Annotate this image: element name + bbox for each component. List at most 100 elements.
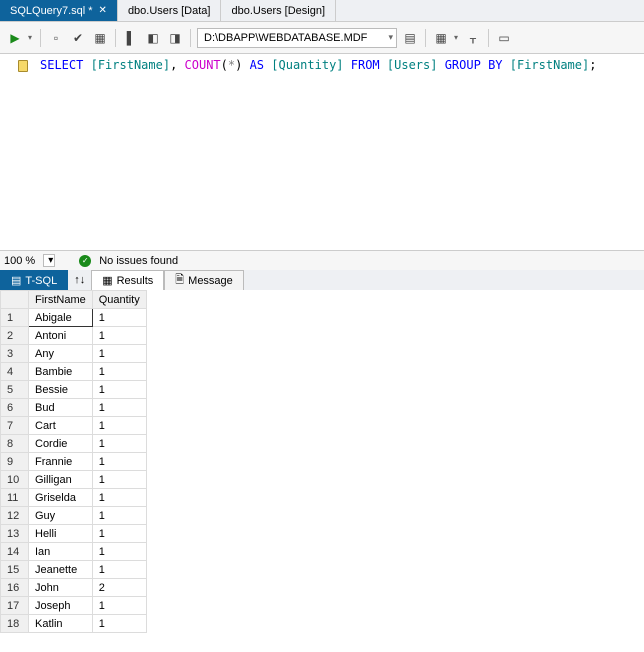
tab-message[interactable]: 🗎 Message <box>164 270 244 290</box>
cell-firstname[interactable]: Abigale <box>29 309 93 327</box>
cell-firstname[interactable]: Jeanette <box>29 561 93 579</box>
table-row[interactable]: 11Griselda1 <box>1 489 147 507</box>
tab-users-data[interactable]: dbo.Users [Data] <box>118 0 222 21</box>
database-selector[interactable]: D:\DBAPP\WEBDATABASE.MDF ▾ <box>197 28 397 48</box>
row-number[interactable]: 1 <box>1 309 29 327</box>
cell-firstname[interactable]: Guy <box>29 507 93 525</box>
cell-quantity[interactable]: 1 <box>92 435 146 453</box>
row-number[interactable]: 7 <box>1 417 29 435</box>
table-row[interactable]: 10Gilligan1 <box>1 471 147 489</box>
sqlcmd-icon[interactable]: ▭ <box>495 29 513 47</box>
row-number[interactable]: 3 <box>1 345 29 363</box>
cell-quantity[interactable]: 1 <box>92 327 146 345</box>
cell-quantity[interactable]: 1 <box>92 453 146 471</box>
cell-firstname[interactable]: John <box>29 579 93 597</box>
table-row[interactable]: 3Any1 <box>1 345 147 363</box>
execute-icon[interactable]: ▶ <box>6 29 24 47</box>
table-row[interactable]: 2Antoni1 <box>1 327 147 345</box>
change-connection-icon[interactable]: ▤ <box>401 29 419 47</box>
row-number[interactable]: 18 <box>1 615 29 633</box>
results-dropdown-icon[interactable]: ▾ <box>454 33 460 42</box>
sql-editor[interactable]: SELECT [FirstName], COUNT(*) AS [Quantit… <box>34 54 644 250</box>
table-row[interactable]: 4Bambie1 <box>1 363 147 381</box>
actual-plan-icon[interactable]: ᚁ <box>464 29 482 47</box>
cell-quantity[interactable]: 1 <box>92 525 146 543</box>
cell-quantity[interactable]: 1 <box>92 471 146 489</box>
row-number[interactable]: 10 <box>1 471 29 489</box>
cell-quantity[interactable]: 1 <box>92 543 146 561</box>
stop-icon[interactable]: ▫ <box>47 29 65 47</box>
comment-icon[interactable]: ▌ <box>122 29 140 47</box>
table-row[interactable]: 18Katlin1 <box>1 615 147 633</box>
table-row[interactable]: 1Abigale1 <box>1 309 147 327</box>
row-number[interactable]: 4 <box>1 363 29 381</box>
tab-sqlquery7[interactable]: SQLQuery7.sql * ✕ <box>0 0 118 21</box>
row-number[interactable]: 15 <box>1 561 29 579</box>
cell-quantity[interactable]: 1 <box>92 363 146 381</box>
close-icon[interactable]: ✕ <box>99 6 107 16</box>
table-row[interactable]: 14Ian1 <box>1 543 147 561</box>
tab-users-design[interactable]: dbo.Users [Design] <box>221 0 336 21</box>
table-row[interactable]: 8Cordie1 <box>1 435 147 453</box>
cell-firstname[interactable]: Bambie <box>29 363 93 381</box>
cell-firstname[interactable]: Helli <box>29 525 93 543</box>
column-header-firstname[interactable]: FirstName <box>29 291 93 309</box>
row-number[interactable]: 14 <box>1 543 29 561</box>
cell-firstname[interactable]: Gilligan <box>29 471 93 489</box>
row-number[interactable]: 13 <box>1 525 29 543</box>
cell-quantity[interactable]: 1 <box>92 489 146 507</box>
cell-quantity[interactable]: 1 <box>92 615 146 633</box>
cell-firstname[interactable]: Bessie <box>29 381 93 399</box>
table-row[interactable]: 7Cart1 <box>1 417 147 435</box>
cell-quantity[interactable]: 2 <box>92 579 146 597</box>
cell-quantity[interactable]: 1 <box>92 417 146 435</box>
table-row[interactable]: 5Bessie1 <box>1 381 147 399</box>
table-row[interactable]: 16John2 <box>1 579 147 597</box>
zoom-dropdown[interactable]: ▾ <box>43 254 55 267</box>
sort-icon[interactable]: ↑↓ <box>68 272 91 288</box>
cell-quantity[interactable]: 1 <box>92 561 146 579</box>
cell-firstname[interactable]: Cordie <box>29 435 93 453</box>
table-row[interactable]: 12Guy1 <box>1 507 147 525</box>
cell-quantity[interactable]: 1 <box>92 381 146 399</box>
row-number[interactable]: 9 <box>1 453 29 471</box>
cell-quantity[interactable]: 1 <box>92 309 146 327</box>
cell-firstname[interactable]: Cart <box>29 417 93 435</box>
column-header-quantity[interactable]: Quantity <box>92 291 146 309</box>
row-number[interactable]: 11 <box>1 489 29 507</box>
cell-firstname[interactable]: Katlin <box>29 615 93 633</box>
cell-quantity[interactable]: 1 <box>92 507 146 525</box>
cell-quantity[interactable]: 1 <box>92 597 146 615</box>
cell-firstname[interactable]: Joseph <box>29 597 93 615</box>
row-number[interactable]: 6 <box>1 399 29 417</box>
estimated-plan-icon[interactable]: ▦ <box>91 29 109 47</box>
row-number[interactable]: 17 <box>1 597 29 615</box>
execute-dropdown-icon[interactable]: ▾ <box>28 33 34 42</box>
table-row[interactable]: 17Joseph1 <box>1 597 147 615</box>
results-grid[interactable]: FirstName Quantity 1Abigale12Antoni13Any… <box>0 290 147 633</box>
tab-results[interactable]: ▦ Results <box>91 270 164 290</box>
row-number[interactable]: 2 <box>1 327 29 345</box>
sql-token: GROUP <box>445 58 481 72</box>
table-row[interactable]: 6Bud1 <box>1 399 147 417</box>
row-number[interactable]: 8 <box>1 435 29 453</box>
table-row[interactable]: 15Jeanette1 <box>1 561 147 579</box>
table-row[interactable]: 13Helli1 <box>1 525 147 543</box>
cell-quantity[interactable]: 1 <box>92 399 146 417</box>
cell-firstname[interactable]: Any <box>29 345 93 363</box>
cell-firstname[interactable]: Bud <box>29 399 93 417</box>
uncomment-left-icon[interactable]: ◧ <box>144 29 162 47</box>
cell-firstname[interactable]: Ian <box>29 543 93 561</box>
cell-firstname[interactable]: Antoni <box>29 327 93 345</box>
uncomment-right-icon[interactable]: ◨ <box>166 29 184 47</box>
row-number[interactable]: 12 <box>1 507 29 525</box>
tab-tsql[interactable]: ▤ T-SQL <box>0 270 68 290</box>
cell-firstname[interactable]: Griselda <box>29 489 93 507</box>
cell-quantity[interactable]: 1 <box>92 345 146 363</box>
table-row[interactable]: 9Frannie1 <box>1 453 147 471</box>
cell-firstname[interactable]: Frannie <box>29 453 93 471</box>
grid-results-icon[interactable]: ▦ <box>432 29 450 47</box>
row-number[interactable]: 5 <box>1 381 29 399</box>
checkmark-icon[interactable]: ✔ <box>69 29 87 47</box>
row-number[interactable]: 16 <box>1 579 29 597</box>
